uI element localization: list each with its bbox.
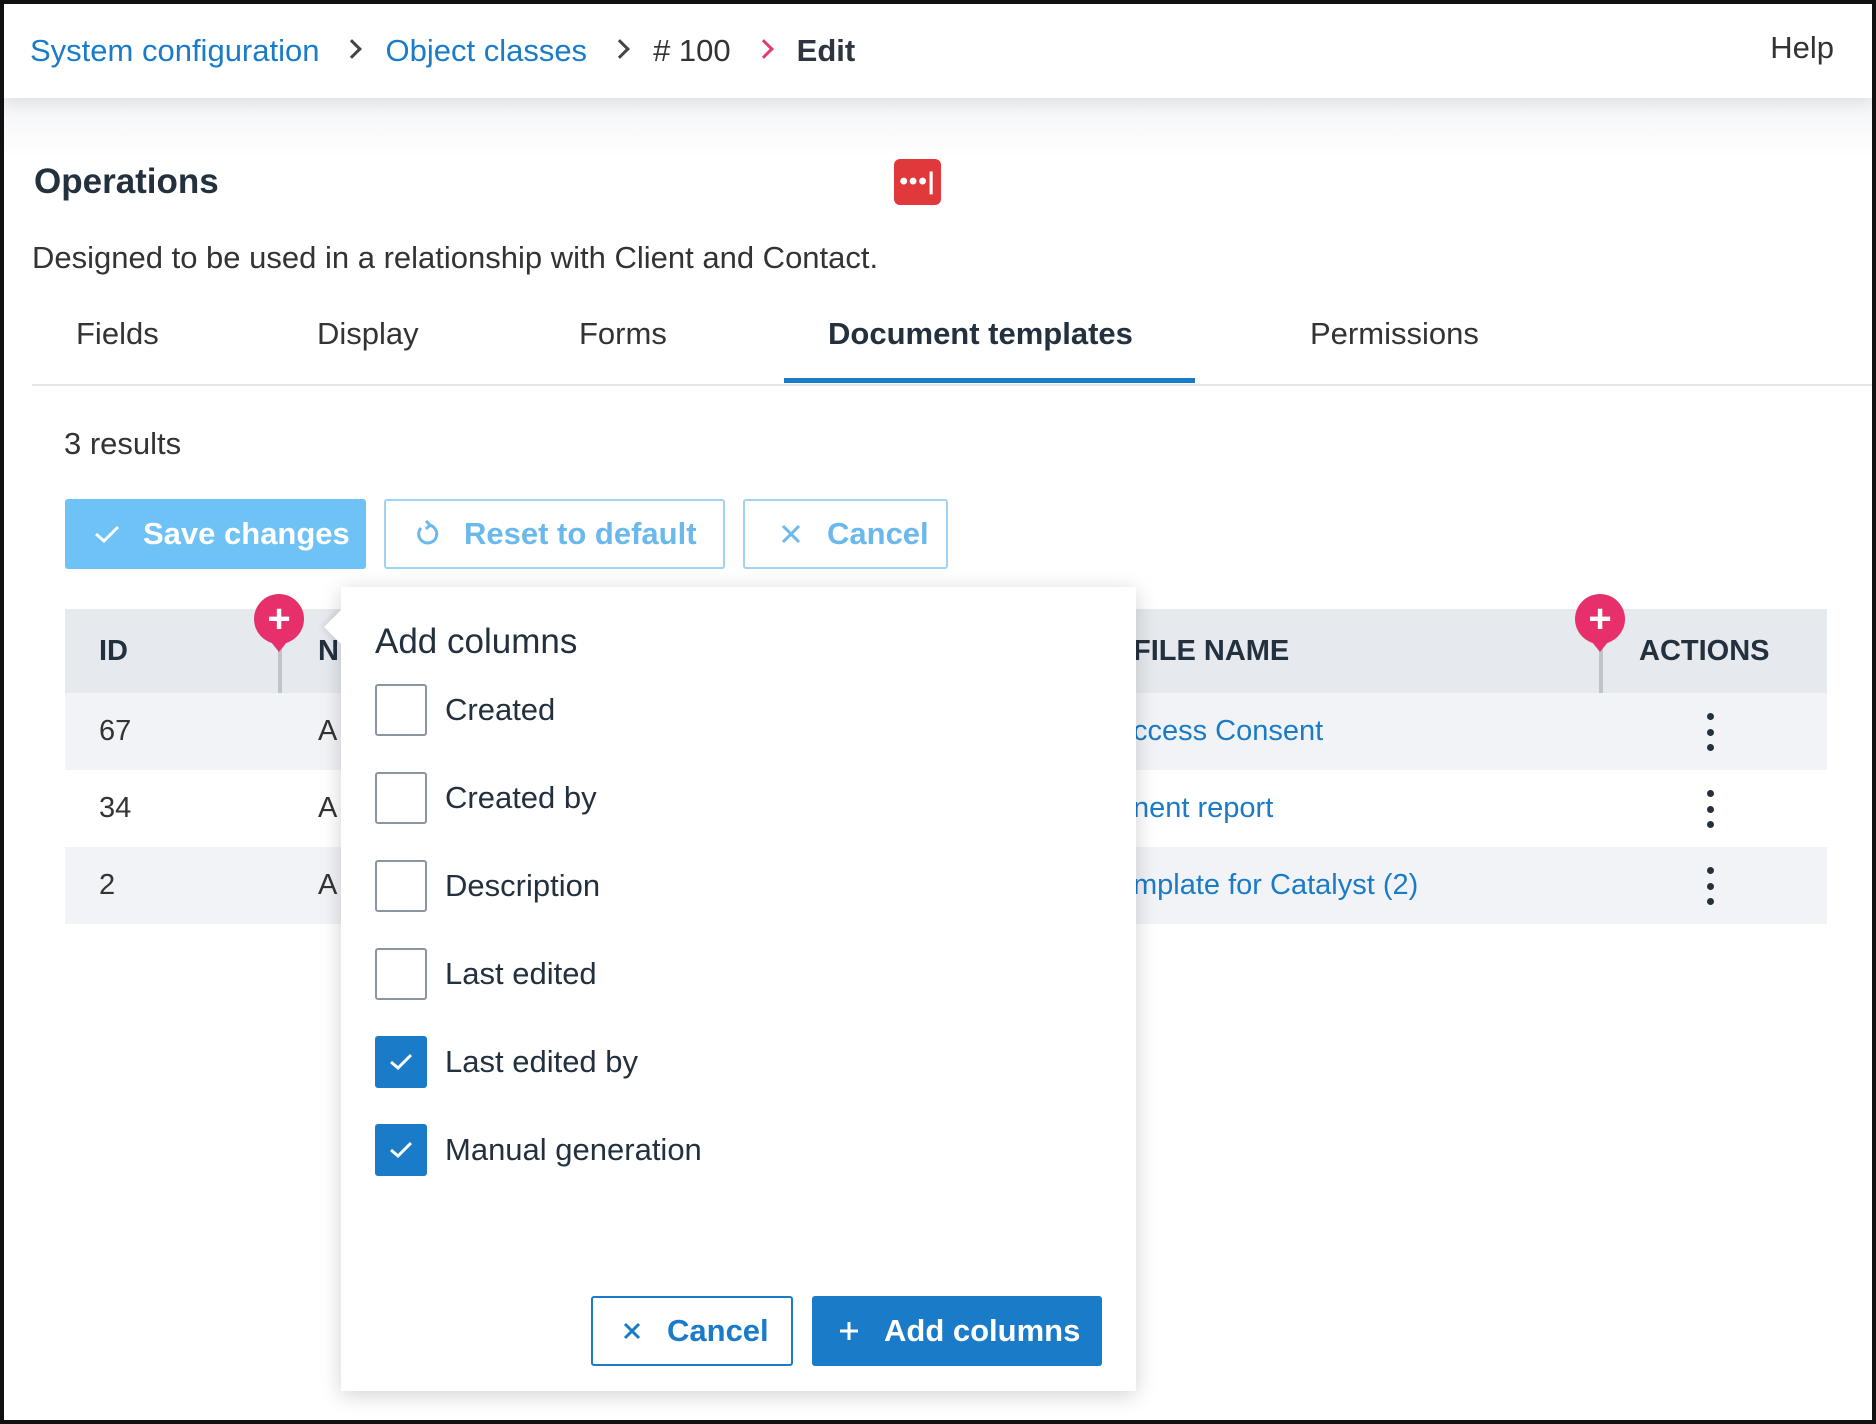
more-actions-icon[interactable] [1705,867,1715,905]
option-label: Description [445,868,601,903]
popover-title: Add columns [375,622,578,661]
add-column-pin-icon[interactable]: + [1575,594,1625,652]
breadcrumb-system-configuration[interactable]: System configuration [30,33,319,69]
checkbox-checked[interactable] [375,1124,427,1176]
option-label: Manual generation [445,1132,702,1167]
reset-to-default-label: Reset to default [464,516,697,551]
column-header-actions: ACTIONS [1639,635,1770,667]
chevron-right-icon [753,39,774,59]
option-description[interactable]: Description [375,859,600,913]
cell-name: A [318,715,338,747]
add-columns-popover: Add columns Created Created by Descripti… [324,587,1136,1391]
add-columns-label: Add columns [884,1313,1081,1348]
column-header-id[interactable]: ID [99,635,128,668]
option-label: Created by [445,780,597,815]
add-column-pin-icon[interactable]: + [254,594,304,652]
results-count: 3 results [64,426,182,461]
option-manual-generation[interactable]: Manual generation [375,1123,702,1177]
popover-cancel-button[interactable]: Cancel [591,1296,793,1366]
tab-bar: Fields Display Forms Document templates … [32,304,1872,386]
tab-display[interactable]: Display [317,316,419,352]
cell-id: 34 [99,792,132,824]
cell-file-name-link[interactable]: nent report [1133,792,1273,825]
cancel-button[interactable]: Cancel [743,499,948,569]
breadcrumb-object-id: # 100 [653,33,731,68]
tab-fields[interactable]: Fields [76,316,159,352]
chevron-right-icon [610,39,630,59]
save-changes-button[interactable]: Save changes [65,499,366,569]
column-header-name[interactable]: N [318,635,339,668]
help-link[interactable]: Help [1770,30,1834,66]
add-columns-button[interactable]: Add columns [812,1296,1102,1366]
breadcrumb: System configuration Object classes # 10… [30,33,855,69]
cancel-label: Cancel [827,516,929,551]
option-last-edited-by[interactable]: Last edited by [375,1035,638,1089]
breadcrumb-object-classes[interactable]: Object classes [385,33,587,69]
option-label: Created [445,692,556,727]
popover-cancel-label: Cancel [667,1313,769,1348]
check-icon [87,523,127,545]
page-title: Operations [34,162,219,201]
checkbox[interactable] [375,684,427,736]
active-tab-indicator [784,378,1195,383]
checkbox[interactable] [375,772,427,824]
cell-id: 67 [99,715,132,747]
tab-permissions[interactable]: Permissions [1310,316,1479,352]
checkbox-checked[interactable] [375,1036,427,1088]
more-actions-icon[interactable] [1705,713,1715,751]
cell-file-name-link[interactable]: mplate for Catalyst (2) [1133,869,1418,902]
checkbox[interactable] [375,860,427,912]
reset-to-default-button[interactable]: Reset to default [384,499,725,569]
option-last-edited[interactable]: Last edited [375,947,597,1001]
save-changes-label: Save changes [143,516,350,551]
cell-file-name-link[interactable]: ccess Consent [1133,715,1323,748]
option-label: Last edited by [445,1044,639,1079]
close-icon [617,1321,647,1341]
check-icon [390,1141,413,1159]
tab-document-templates[interactable]: Document templates [828,316,1133,352]
breadcrumb-current: Edit [796,33,856,68]
cell-name: A [318,792,338,824]
top-bar: System configuration Object classes # 10… [4,4,1872,98]
cell-id: 2 [99,869,116,901]
checkbox[interactable] [375,948,427,1000]
option-created-by[interactable]: Created by [375,771,597,825]
reset-icon [408,520,448,548]
option-label: Last edited [445,956,597,991]
plus-icon [834,1320,864,1342]
chevron-right-icon [342,39,363,59]
tab-forms[interactable]: Forms [579,316,667,352]
close-icon [771,523,811,545]
check-icon [390,1053,413,1071]
app-window: System configuration Object classes # 10… [0,0,1876,1424]
column-header-file-name[interactable]: FILE NAME [1133,635,1289,668]
lastpass-icon[interactable]: •••| [894,159,941,205]
more-actions-icon[interactable] [1705,790,1715,828]
option-created[interactable]: Created [375,683,555,737]
cell-name: A [318,869,338,901]
page-description: Designed to be used in a relationship wi… [32,240,879,275]
